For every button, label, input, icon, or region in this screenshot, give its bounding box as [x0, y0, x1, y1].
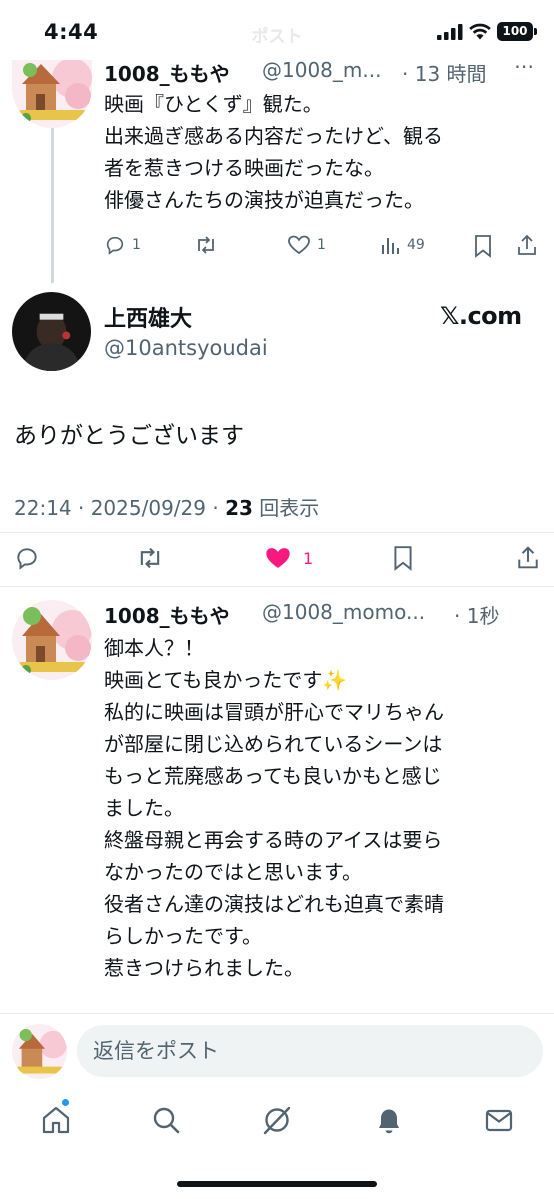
tweet-line: 出来過ぎ感ある内容だったけど、観る	[104, 124, 443, 148]
nav-home[interactable]	[40, 1104, 72, 1136]
parent-reply-button[interactable]: 1	[104, 234, 141, 256]
tweet-line: 御本人？！	[104, 636, 204, 660]
reply-count: 1	[132, 237, 141, 253]
divider	[0, 532, 554, 533]
main-tweet-handle[interactable]: @10antsyoudai	[104, 336, 268, 360]
grok-icon	[263, 1106, 291, 1135]
tweet-line: らしかったです。	[104, 924, 262, 948]
reply-input[interactable]: 返信をポスト	[77, 1025, 543, 1077]
main-tweet-name[interactable]: 上西雄大	[104, 301, 192, 333]
parent-tweet-handle[interactable]: @1008_m...	[262, 58, 381, 82]
tweet-line: 私的に映画は冒頭が肝心でマリちゃん	[104, 700, 444, 724]
home-icon	[42, 1106, 70, 1134]
main-tweet-timestamp: 22:14 · 2025/09/29 ·	[14, 496, 226, 520]
main-tweet-views-label: 回表示	[252, 496, 320, 520]
reply-icon	[17, 548, 37, 570]
analytics-icon	[382, 238, 399, 254]
battery-indicator: 100	[497, 22, 533, 41]
new-posts-indicator	[62, 1099, 69, 1106]
reply-tweet-name[interactable]: 1008_ももや	[104, 600, 230, 629]
illustrated-house-avatar-icon	[12, 60, 92, 128]
main-tweet-meta: 22:14 · 2025/09/29 · 23 回表示	[14, 492, 319, 521]
view-count: 49	[407, 237, 425, 253]
main-tweet-text: ありがとうございます	[14, 423, 244, 449]
illustrated-house-avatar-icon	[12, 1024, 67, 1079]
tweet-line: なかったのではと思います。	[104, 860, 362, 884]
share-icon	[518, 546, 538, 569]
main-repost-button[interactable]	[136, 545, 164, 571]
profile-photo-icon	[12, 292, 91, 371]
tweet-line: 惹きつけられました。	[104, 956, 304, 980]
main-like-button[interactable]: 1	[264, 545, 313, 571]
tweet-line: もっと荒廃感あっても良いかもと感じ	[104, 764, 442, 788]
share-icon	[518, 234, 536, 255]
parent-tweet-avatar[interactable]	[12, 60, 92, 128]
nav-grok[interactable]	[261, 1104, 293, 1136]
repost-icon	[198, 236, 214, 254]
x-com-label[interactable]: 𝕏.com	[440, 302, 522, 330]
wifi-icon	[469, 23, 491, 40]
tweet-line: 役者さん達の演技はどれも迫真で素晴	[104, 892, 444, 916]
parent-bookmark-button[interactable]	[473, 234, 493, 258]
main-like-count: 1	[303, 548, 314, 568]
main-share-button[interactable]	[516, 544, 540, 571]
messages-icon	[485, 1109, 513, 1132]
tweet-line: が部屋に閉じ込められているシーンは	[104, 732, 443, 756]
reply-tweet-text: 御本人？！ 映画とても良かったです✨ 私的に映画は冒頭が肝心でマリちゃん が部屋…	[104, 632, 544, 984]
search-icon	[153, 1107, 180, 1134]
notifications-icon	[379, 1109, 399, 1134]
main-tweet-view-count: 23	[225, 496, 253, 520]
composer-avatar	[12, 1024, 67, 1079]
reply-tweet-time: · 1秒	[454, 604, 500, 628]
nav-messages[interactable]	[483, 1104, 515, 1136]
parent-tweet-time: · 13 時間	[402, 62, 487, 86]
divider	[0, 586, 554, 587]
battery-tip	[534, 28, 537, 35]
heart-filled-icon	[266, 548, 290, 568]
bookmark-icon	[394, 546, 412, 571]
tweet-line: ました。	[104, 796, 184, 820]
bookmark-icon	[475, 235, 491, 258]
like-count: 1	[317, 237, 326, 253]
main-tweet-avatar[interactable]	[12, 292, 91, 371]
main-bookmark-button[interactable]	[392, 545, 414, 571]
tweet-line: 俳優さんたちの演技が迫真だった。	[104, 188, 424, 212]
parent-tweet-text: 映画『ひとくず』観た。 出来過ぎ感ある内容だったけど、観る 者を惹きつける映画だ…	[104, 88, 544, 216]
parent-views-button[interactable]: 49	[380, 234, 425, 256]
thread-connector-line	[51, 128, 54, 283]
illustrated-house-avatar-icon	[12, 600, 92, 680]
parent-like-button[interactable]: 1	[287, 234, 326, 256]
status-bar: ポスト 4:44 100	[0, 0, 554, 60]
status-time: 4:44	[44, 20, 99, 44]
tweet-line: 映画『ひとくず』観た。	[104, 92, 323, 116]
tweet-line: 者を惹きつける映画だったな。	[104, 156, 384, 180]
tweet-line: 映画とても良かったです✨	[104, 668, 348, 692]
cellular-signal-icon	[437, 24, 463, 40]
divider	[0, 1013, 554, 1014]
parent-repost-button[interactable]	[194, 234, 218, 256]
nav-search[interactable]	[150, 1104, 182, 1136]
parent-share-button[interactable]	[516, 233, 538, 257]
reply-icon	[106, 236, 124, 255]
reply-tweet-handle[interactable]: @1008_momo...	[262, 600, 425, 624]
repost-icon	[140, 547, 160, 569]
parent-tweet-name[interactable]: 1008_ももや	[104, 58, 230, 87]
nav-notifications[interactable]	[373, 1104, 405, 1136]
reply-tweet-avatar[interactable]	[12, 600, 92, 680]
home-indicator-bar	[177, 1181, 377, 1187]
main-reply-button[interactable]	[14, 545, 40, 571]
tweet-line: 終盤母親と再会する時のアイスは要ら	[104, 828, 443, 852]
bottom-nav	[0, 1096, 554, 1156]
heart-outline-icon	[288, 235, 310, 255]
